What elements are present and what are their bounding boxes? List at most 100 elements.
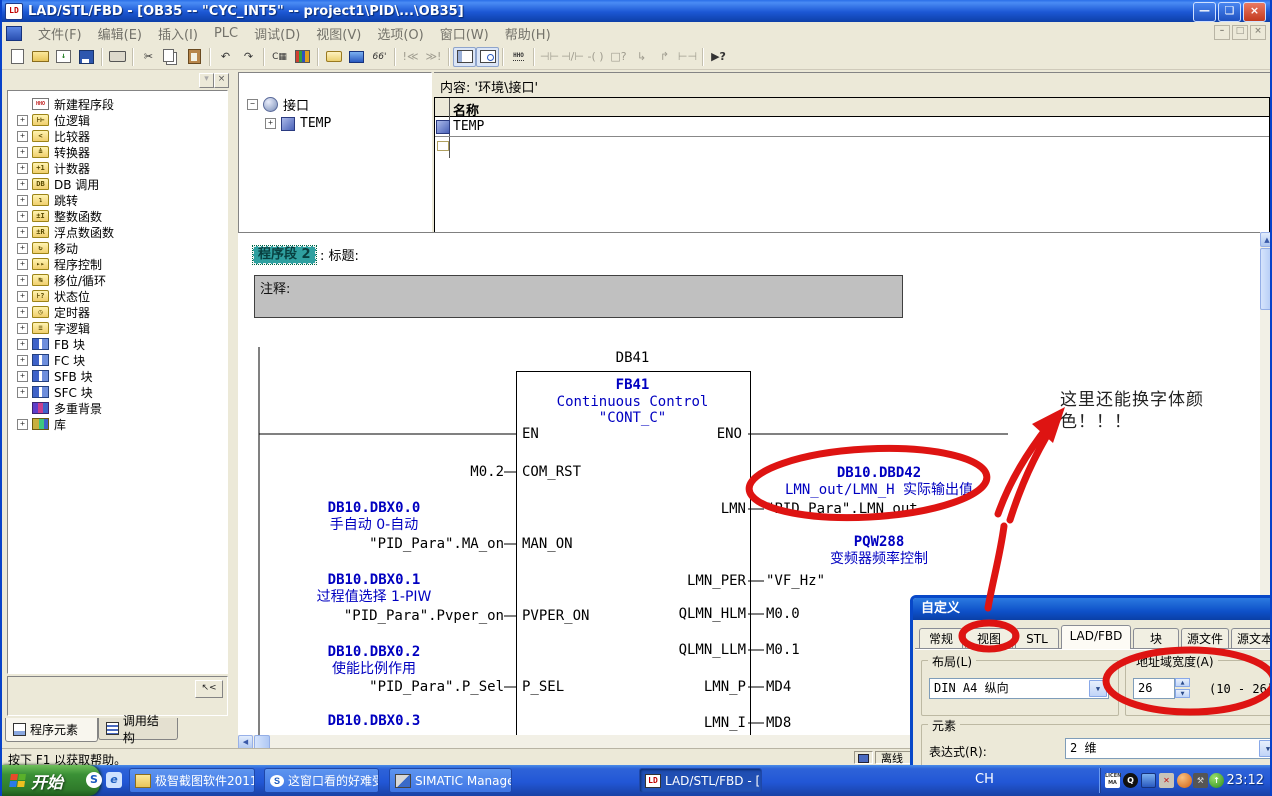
dialog-title-bar[interactable]: 自定义 [913,598,1272,620]
operand-lmn-i[interactable]: MD8 [766,715,791,731]
operand-lmn[interactable]: "PID_Para".LMN_out [766,501,918,517]
tree-item-float-math[interactable]: +±R浮点数函数 [8,224,227,240]
expand-icon[interactable]: + [17,323,28,334]
menu-plc[interactable]: PLC [206,26,246,41]
tree-item-fb-blocks[interactable]: +FB 块 [8,336,227,352]
tree-item-sfc-blocks[interactable]: +SFC 块 [8,384,227,400]
tab-view[interactable]: 视图 [965,628,1013,649]
language-indicator[interactable]: CH [975,772,994,787]
new-button[interactable] [6,47,29,67]
expand-icon[interactable]: + [17,131,28,142]
print-button[interactable] [106,47,129,67]
tab-lad-fbd[interactable]: LAD/FBD [1061,625,1131,649]
title-bar[interactable]: LD LAD/STL/FBD - [OB35 -- "CYC_INT5" -- … [2,0,1270,22]
tree-item-counter[interactable]: ++1计数器 [8,160,227,176]
close-button[interactable]: × [1243,2,1266,22]
expand-icon[interactable]: + [17,355,28,366]
task-browser-window[interactable]: S 这窗口看的好难受... [264,768,379,793]
tab-source-text[interactable]: 源文本 [1231,628,1272,649]
chevron-down-icon[interactable]: ▼ [1259,740,1272,757]
symbol-table-button[interactable] [322,47,345,67]
network-title-label[interactable]: : 标题: [320,249,359,264]
tree-item-db-call[interactable]: +DBDB 调用 [8,176,227,192]
redo-button[interactable]: ↷ [237,47,260,67]
expand-icon[interactable]: + [17,307,28,318]
network-label[interactable]: 程序段 2 [253,246,316,264]
network-icon[interactable] [1141,773,1156,788]
tree-item-status-bits[interactable]: +⊦?状态位 [8,288,227,304]
contact-no-button[interactable]: ⊣⊢ [538,47,561,67]
tree-item-jump[interactable]: +↴跳转 [8,192,227,208]
expand-icon[interactable]: + [17,259,28,270]
tab-stl[interactable]: STL [1015,628,1059,649]
undo-button[interactable]: ↶ [214,47,237,67]
operand-pvper-on[interactable]: "PID_Para".Pvper_on [244,608,504,624]
mdi-restore-icon[interactable]: □ [1232,25,1248,40]
cut-button[interactable]: ✂ [137,47,160,67]
program-structure-button[interactable] [291,47,314,67]
instance-db-label[interactable]: DB41 [516,350,749,366]
expand-icon[interactable]: + [17,211,28,222]
monitor-block-button[interactable] [345,47,368,67]
tab-block[interactable]: 块 [1133,628,1179,649]
tab-general[interactable]: 常规 [919,628,963,649]
tree-item-bit-logic[interactable]: +⊦⊢位逻辑 [8,112,227,128]
expression-combobox[interactable]: 2 维 ▼ [1065,738,1272,759]
restore-button[interactable]: ❏ [1218,2,1241,22]
empty-box-button[interactable]: □? [607,47,630,67]
operand-man-on[interactable]: "PID_Para".MA_on [244,536,504,552]
call-structure-button[interactable]: C▦ [268,47,291,67]
monitor-glasses-button[interactable]: 66' [368,47,391,67]
operand-qlmn-llm[interactable]: M0.1 [766,642,800,658]
tree-item-libraries[interactable]: +库 [8,416,227,432]
tree-item-converter[interactable]: +≜转换器 [8,144,227,160]
task-simatic-manager[interactable]: SIMATIC Manager ... [389,768,512,793]
qq-icon[interactable]: Q [1123,773,1138,788]
overview-toggle-button[interactable] [453,47,476,67]
operand-com-rst[interactable]: M0.2 [244,464,504,480]
prev-error-button[interactable]: !≪ [399,47,422,67]
tab-call-structure[interactable]: 调用结构 [98,718,178,740]
ie-icon[interactable]: e [106,772,122,788]
network-comment-box[interactable]: 注释: [254,275,903,318]
operand-qlmn-hlm[interactable]: M0.0 [766,606,800,622]
coil-button[interactable]: -( ) [584,47,607,67]
sidebar-pin-button[interactable]: ▾ [199,73,214,88]
tree-item-word-logic[interactable]: +≡字逻辑 [8,320,227,336]
temp-row[interactable]: + TEMP [265,116,331,131]
insert-element-button[interactable]: ↖< [195,680,223,698]
tree-item-program-control[interactable]: +▸▸程序控制 [8,256,227,272]
menu-debug[interactable]: 调试(D) [246,24,308,43]
detail-view-button[interactable] [476,47,499,67]
expand-icon[interactable]: + [17,163,28,174]
menu-help[interactable]: 帮助(H) [497,24,559,43]
operand-lmn-per[interactable]: "VF_Hz" [766,573,825,589]
tree-item-timers[interactable]: +◷定时器 [8,304,227,320]
tree-item-sfb-blocks[interactable]: +SFB 块 [8,368,227,384]
menu-edit[interactable]: 编辑(E) [90,24,150,43]
expand-icon[interactable]: + [17,275,28,286]
menu-insert[interactable]: 插入(I) [150,24,206,43]
license-manager-icon[interactable]: LICENMA [1105,773,1120,788]
open-button[interactable] [29,47,52,67]
menu-view[interactable]: 视图(V) [308,24,369,43]
copy-button[interactable] [160,47,183,67]
expand-icon[interactable]: + [17,243,28,254]
update-shield-icon[interactable]: ↑ [1209,773,1224,788]
scrollbar-thumb[interactable] [1260,248,1272,310]
operand-lmn-p[interactable]: MD4 [766,679,791,695]
mdi-close-icon[interactable]: × [1250,25,1266,40]
open-branch-button[interactable]: ↳ [630,47,653,67]
new-network-button[interactable]: HHO [507,47,530,67]
close-branch-button[interactable]: ↱ [653,47,676,67]
save-button[interactable] [75,47,98,67]
spin-down-icon[interactable]: ▼ [1175,689,1190,698]
tab-source-file[interactable]: 源文件 [1181,628,1229,649]
spin-up-icon[interactable]: ▲ [1175,678,1190,687]
mdi-child-icon[interactable] [6,26,22,41]
expand-icon[interactable]: + [17,419,28,430]
help-pointer-button[interactable]: ▶? [707,47,730,67]
sidebar-close-icon[interactable]: × [214,73,229,88]
expand-icon[interactable]: + [265,118,276,129]
table-row[interactable]: TEMP [435,117,1269,137]
